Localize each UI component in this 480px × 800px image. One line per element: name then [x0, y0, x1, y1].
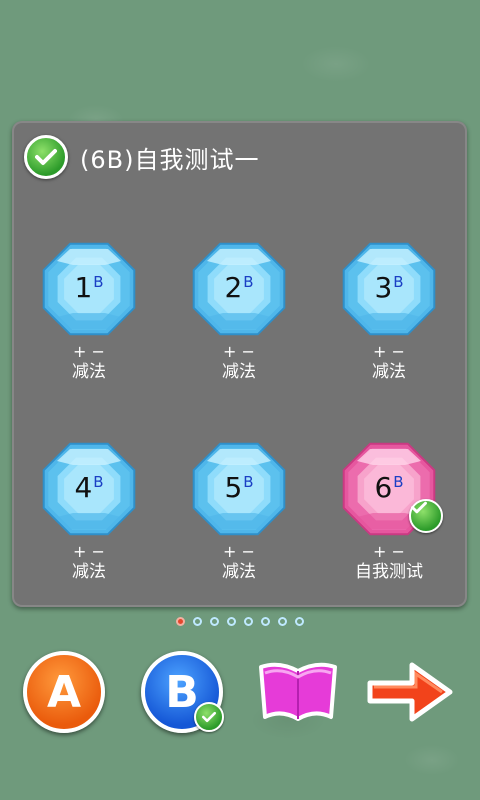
- completed-check-icon: [409, 499, 443, 533]
- gem-name: 减法: [72, 362, 106, 382]
- gem-ops: + −: [223, 342, 255, 361]
- gem-label: 4B: [74, 471, 104, 504]
- gem-name: 减法: [372, 362, 406, 382]
- page-dot[interactable]: [227, 617, 236, 626]
- gem-label: 1B: [74, 271, 104, 304]
- gem-icon: 4B: [39, 439, 139, 539]
- gem-icon: 6B: [339, 439, 443, 539]
- arrow-right-icon: [367, 662, 453, 722]
- gem-label: 3B: [374, 271, 404, 304]
- page-dot[interactable]: [210, 617, 219, 626]
- gem-label: 2B: [224, 271, 254, 304]
- page-dot[interactable]: [278, 617, 287, 626]
- lesson-5-tile[interactable]: 5B + − 减法: [174, 439, 304, 583]
- page-dot[interactable]: [176, 617, 185, 626]
- lesson-4-tile[interactable]: 4B + − 减法: [24, 439, 154, 583]
- gem-icon: 2B: [189, 239, 289, 339]
- lesson-panel: (6B)自我测试一 1B + − 减法 2B + − 减法 3B + − 减法 …: [12, 121, 467, 607]
- page-dot[interactable]: [295, 617, 304, 626]
- gem-name: 减法: [72, 562, 106, 582]
- next-button[interactable]: [362, 652, 458, 732]
- lesson-3-tile[interactable]: 3B + − 减法: [324, 239, 454, 383]
- b-completed-check-icon: [194, 702, 224, 732]
- gem-icon: 1B: [39, 239, 139, 339]
- gem-ops: + −: [373, 542, 405, 561]
- gem-name: 减法: [222, 362, 256, 382]
- gem-name: 减法: [222, 562, 256, 582]
- page-indicator: [0, 617, 480, 626]
- gem-icon: 5B: [189, 439, 289, 539]
- lesson-6-tile[interactable]: 6B + − 自我测试: [324, 439, 454, 583]
- gem-name: 自我测试: [355, 562, 423, 582]
- level-a-button[interactable]: A: [16, 651, 112, 733]
- gem-ops: + −: [223, 542, 255, 561]
- level-b-button[interactable]: B: [134, 651, 230, 733]
- gem-ops: + −: [373, 342, 405, 361]
- gem-ops: + −: [73, 542, 105, 561]
- gem-ops: + −: [73, 342, 105, 361]
- page-dot[interactable]: [193, 617, 202, 626]
- check-icon: [24, 135, 68, 179]
- gem-label: 5B: [224, 471, 254, 504]
- book-button[interactable]: [250, 652, 346, 732]
- lesson-1-tile[interactable]: 1B + − 减法: [24, 239, 154, 383]
- page-dot[interactable]: [244, 617, 253, 626]
- book-icon: [259, 662, 337, 721]
- panel-title: (6B)自我测试一: [80, 145, 260, 174]
- page-dot[interactable]: [261, 617, 270, 626]
- level-a-icon: A: [23, 651, 105, 733]
- lesson-2-tile[interactable]: 2B + − 减法: [174, 239, 304, 383]
- panel-header: (6B)自我测试一: [24, 135, 259, 179]
- gem-icon: 3B: [339, 239, 439, 339]
